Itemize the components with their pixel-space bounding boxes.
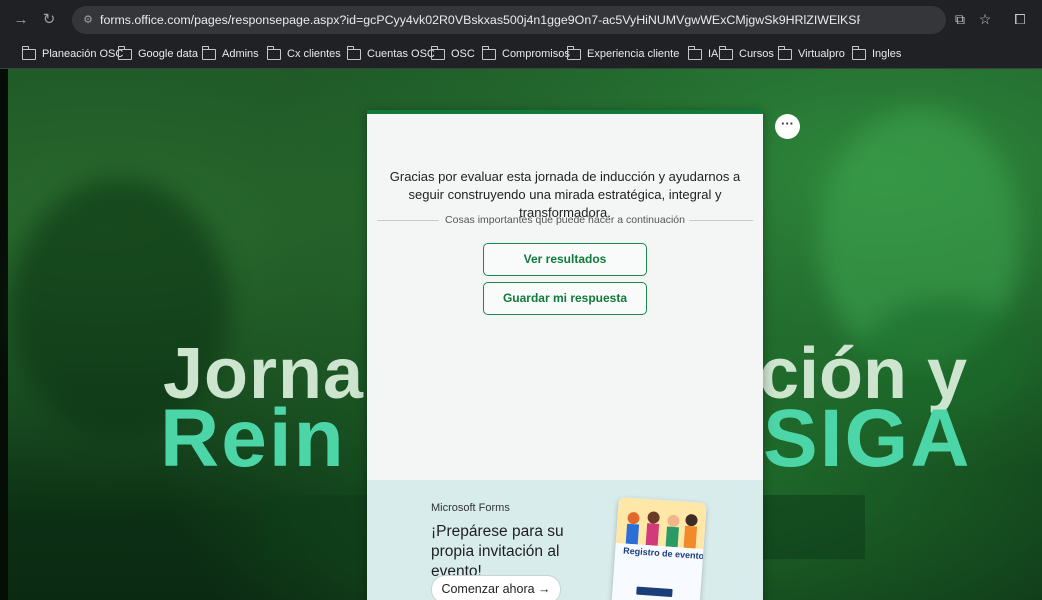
browser-toolbar: → ↻ ⚙ forms.office.com/pages/responsepag… [0,0,1042,40]
folder-icon [430,45,445,60]
folder-icon [201,45,216,60]
bookmark-cx-clientes[interactable]: Cx clientes [266,45,341,62]
people-illustration-icon [615,497,707,550]
view-results-button[interactable]: Ver resultados [483,243,647,276]
bookmark-cursos[interactable]: Cursos [718,45,774,62]
folder-icon [687,45,702,60]
url-text[interactable]: forms.office.com/pages/responsepage.aspx… [100,13,860,27]
event-registration-image: Registro de eventos [611,497,707,600]
next-steps-divider: Cosas importantes que puede hacer a cont… [377,214,753,228]
address-bar[interactable]: ⚙ forms.office.com/pages/responsepage.as… [72,6,946,34]
bookmark-ingles[interactable]: Ingles [851,45,901,62]
bookmark-star-icon[interactable]: ☆ [975,10,995,28]
folder-icon [777,45,792,60]
response-card: Gracias por evaluar esta jornada de indu… [367,110,763,600]
bookmark-cuentas-osc[interactable]: Cuentas OSC [346,45,435,62]
save-response-button[interactable]: Guardar mi respuesta [483,282,647,315]
bookmark-osc[interactable]: OSC [430,45,475,62]
left-edge [0,69,8,600]
form-background: Jornad ción y Rein SIGA Gracias por eval… [0,69,1042,600]
folder-icon [21,45,36,60]
bookmark-compromisos[interactable]: Compromisos [481,45,570,62]
bookmark-google-data[interactable]: Google data [117,45,198,62]
start-now-button[interactable]: Comenzar ahora → [431,575,561,600]
folder-icon [718,45,733,60]
folder-icon [566,45,581,60]
hero-title-line2-right: SIGA [763,393,972,484]
promo-banner: Microsoft Forms ¡Prepárese para su propi… [367,480,763,600]
hero-title-line2-left: Rein [160,393,346,484]
folder-icon [851,45,866,60]
forward-arrow-icon[interactable]: → [10,9,32,31]
divider-line [689,220,753,221]
folder-icon [481,45,496,60]
bookmarks-bar: Planeación OSC Google data Admins Cx cli… [0,40,1042,69]
extensions-icon[interactable]: ⧠ [1010,10,1030,28]
bookmark-virtualpro[interactable]: Virtualpro [777,45,845,62]
reload-icon[interactable]: ↻ [38,9,60,31]
more-options-button[interactable]: ··· [775,114,800,139]
folder-icon [266,45,281,60]
bookmark-experiencia-cliente[interactable]: Experiencia cliente [566,45,679,62]
promo-brand: Microsoft Forms [431,502,510,514]
event-image-button [636,586,673,598]
promo-headline: ¡Prepárese para su propia invitación al … [431,523,564,580]
folder-icon [346,45,361,60]
site-settings-icon[interactable]: ⚙ [80,12,96,28]
bookmark-ia[interactable]: IA [687,45,718,62]
install-app-icon[interactable]: ⧉ [950,10,970,28]
bookmark-admins[interactable]: Admins [201,45,259,62]
folder-icon [117,45,132,60]
bookmark-planeacion-osc[interactable]: Planeación OSC [21,45,123,62]
